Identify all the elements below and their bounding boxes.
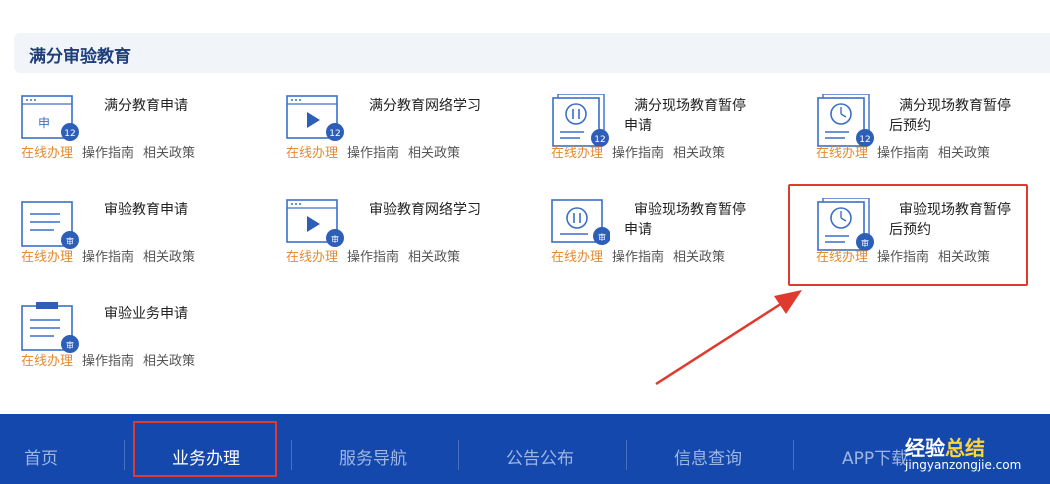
nav-item-announcements[interactable]: 公告公布 [506, 444, 574, 469]
service-card: 12 满分教育网络学习 在线办理 操作指南 相关政策 [279, 92, 519, 182]
nav-item-service-guide[interactable]: 服务导航 [339, 444, 407, 469]
guide-link[interactable]: 操作指南 [347, 146, 399, 161]
service-links: 在线办理 操作指南 相关政策 [286, 142, 469, 161]
nav-separator [793, 440, 794, 470]
service-card: 审 审验教育申请 在线办理 操作指南 相关政策 [14, 196, 254, 286]
nav-item-app-download[interactable]: APP下载 [842, 444, 908, 469]
guide-link[interactable]: 操作指南 [82, 354, 134, 369]
service-card: 12 满分现场教育暂停 申请 在线办理 操作指南 相关政策 [544, 92, 784, 182]
guide-link[interactable]: 操作指南 [612, 250, 664, 265]
online-link[interactable]: 在线办理 [551, 146, 603, 161]
nav-item-home[interactable]: 首页 [24, 444, 58, 469]
policy-link[interactable]: 相关政策 [143, 250, 195, 265]
online-link[interactable]: 在线办理 [551, 250, 603, 265]
policy-link[interactable]: 相关政策 [143, 354, 195, 369]
badge: 审 [598, 232, 606, 242]
nav-item-info-query[interactable]: 信息查询 [674, 444, 742, 469]
service-title: 审验业务申请 [104, 306, 188, 322]
nav-separator [458, 440, 459, 470]
online-link[interactable]: 在线办理 [21, 354, 73, 369]
guide-link[interactable]: 操作指南 [82, 146, 134, 161]
online-link[interactable]: 在线办理 [21, 250, 73, 265]
service-title: 满分教育网络学习 [369, 98, 481, 114]
nav-highlight-box [133, 421, 277, 477]
online-link[interactable]: 在线办理 [816, 146, 868, 161]
service-links: 在线办理 操作指南 相关政策 [21, 142, 204, 161]
guide-link[interactable]: 操作指南 [82, 250, 134, 265]
policy-link[interactable]: 相关政策 [143, 146, 195, 161]
service-links: 在线办理 操作指南 相关政策 [286, 246, 469, 265]
service-card: 审 审验教育网络学习 在线办理 操作指南 相关政策 [279, 196, 519, 286]
badge: 12 [64, 129, 75, 139]
service-card: 申 12 满分教育申请 在线办理 操作指南 相关政策 [14, 92, 254, 182]
online-link[interactable]: 在线办理 [286, 146, 338, 161]
policy-link[interactable]: 相关政策 [938, 146, 990, 161]
policy-link[interactable]: 相关政策 [408, 250, 460, 265]
watermark-url: jingyanzongjie.com [905, 458, 1022, 472]
service-title: 审验教育申请 [104, 202, 188, 218]
policy-link[interactable]: 相关政策 [673, 250, 725, 265]
service-title: 满分现场教育暂停 申请 [624, 98, 746, 134]
guide-link[interactable]: 操作指南 [347, 250, 399, 265]
online-link[interactable]: 在线办理 [286, 250, 338, 265]
apply-char: 申 [38, 116, 50, 130]
service-card: 审 审验现场教育暂停 申请 在线办理 操作指南 相关政策 [544, 196, 784, 286]
service-links: 在线办理 操作指南 相关政策 [551, 142, 734, 161]
service-links: 在线办理 操作指南 相关政策 [551, 246, 734, 265]
online-link[interactable]: 在线办理 [21, 146, 73, 161]
section-title: 满分审验教育 [29, 47, 131, 67]
arrow-annotation [655, 290, 802, 386]
service-card: 审 审验业务申请 在线办理 操作指南 相关政策 [14, 300, 254, 390]
badge: 审 [331, 234, 339, 244]
policy-link[interactable]: 相关政策 [408, 146, 460, 161]
watermark: 经验总结 [905, 436, 985, 460]
highlight-box [788, 184, 1028, 286]
service-title: 满分现场教育暂停 后预约 [889, 98, 1011, 134]
nav-separator [124, 440, 125, 470]
service-links: 在线办理 操作指南 相关政策 [816, 142, 999, 161]
nav-separator [291, 440, 292, 470]
service-title: 审验现场教育暂停 申请 [624, 202, 746, 238]
service-title: 审验教育网络学习 [369, 202, 481, 218]
service-card: 12 满分现场教育暂停 后预约 在线办理 操作指南 相关政策 [809, 92, 1049, 182]
guide-link[interactable]: 操作指南 [877, 146, 929, 161]
badge: 审 [66, 340, 74, 350]
policy-link[interactable]: 相关政策 [673, 146, 725, 161]
service-links: 在线办理 操作指南 相关政策 [21, 350, 204, 369]
nav-separator [626, 440, 627, 470]
badge: 审 [66, 236, 74, 246]
service-links: 在线办理 操作指南 相关政策 [21, 246, 204, 265]
badge: 12 [329, 129, 340, 139]
guide-link[interactable]: 操作指南 [612, 146, 664, 161]
service-title: 满分教育申请 [104, 98, 188, 114]
section-header: 满分审验教育 [14, 33, 1050, 73]
